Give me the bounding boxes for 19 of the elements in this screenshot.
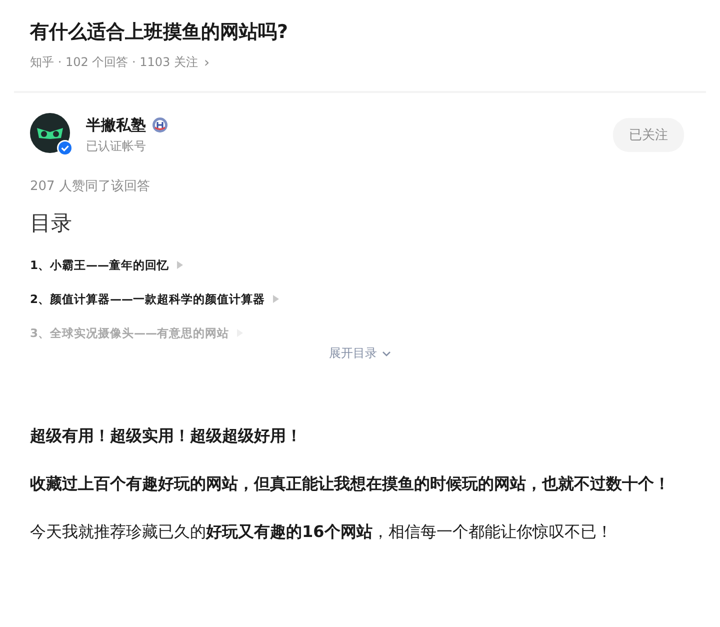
- toc-heading: 目录: [29, 210, 73, 237]
- paragraph: 收藏过上百个有趣好玩的网站，但真正能让我想在摸鱼的时候玩的网站，也就不过数十个！: [30, 473, 671, 495]
- expand-toc-button[interactable]: 展开目录: [329, 345, 391, 362]
- paragraph: 超级有用！超级实用！超级超级好用！: [30, 425, 303, 447]
- triangle-icon: [273, 295, 280, 303]
- vote-count: 207 人赞同了该回答: [29, 178, 151, 195]
- chevron-down-icon: [382, 350, 391, 356]
- author-subtitle: 已认证帐号: [86, 138, 147, 154]
- paragraph: 今天我就推荐珍藏已久的好玩又有趣的16个网站，相信每一个都能让你惊叹不已！: [30, 521, 614, 543]
- toc-link[interactable]: 3、全球实况摄像头——有意思的网站: [30, 325, 230, 341]
- triangle-icon: [177, 261, 184, 269]
- toc-link[interactable]: 1、小霸王——童年的回忆: [30, 257, 170, 273]
- toc-link[interactable]: 2、颜值计算器——一款超科学的颜值计算器: [30, 291, 266, 307]
- author-name[interactable]: 半撇私塾: [86, 116, 146, 134]
- question-title: 有什么适合上班摸鱼的网站吗?: [30, 20, 290, 45]
- badge-icon: [152, 117, 168, 133]
- follow-button[interactable]: 已关注: [613, 118, 684, 152]
- question-meta: 知乎 · 102 个回答 · 1103 关注: [30, 54, 198, 71]
- chevron[interactable]: ›: [204, 54, 210, 70]
